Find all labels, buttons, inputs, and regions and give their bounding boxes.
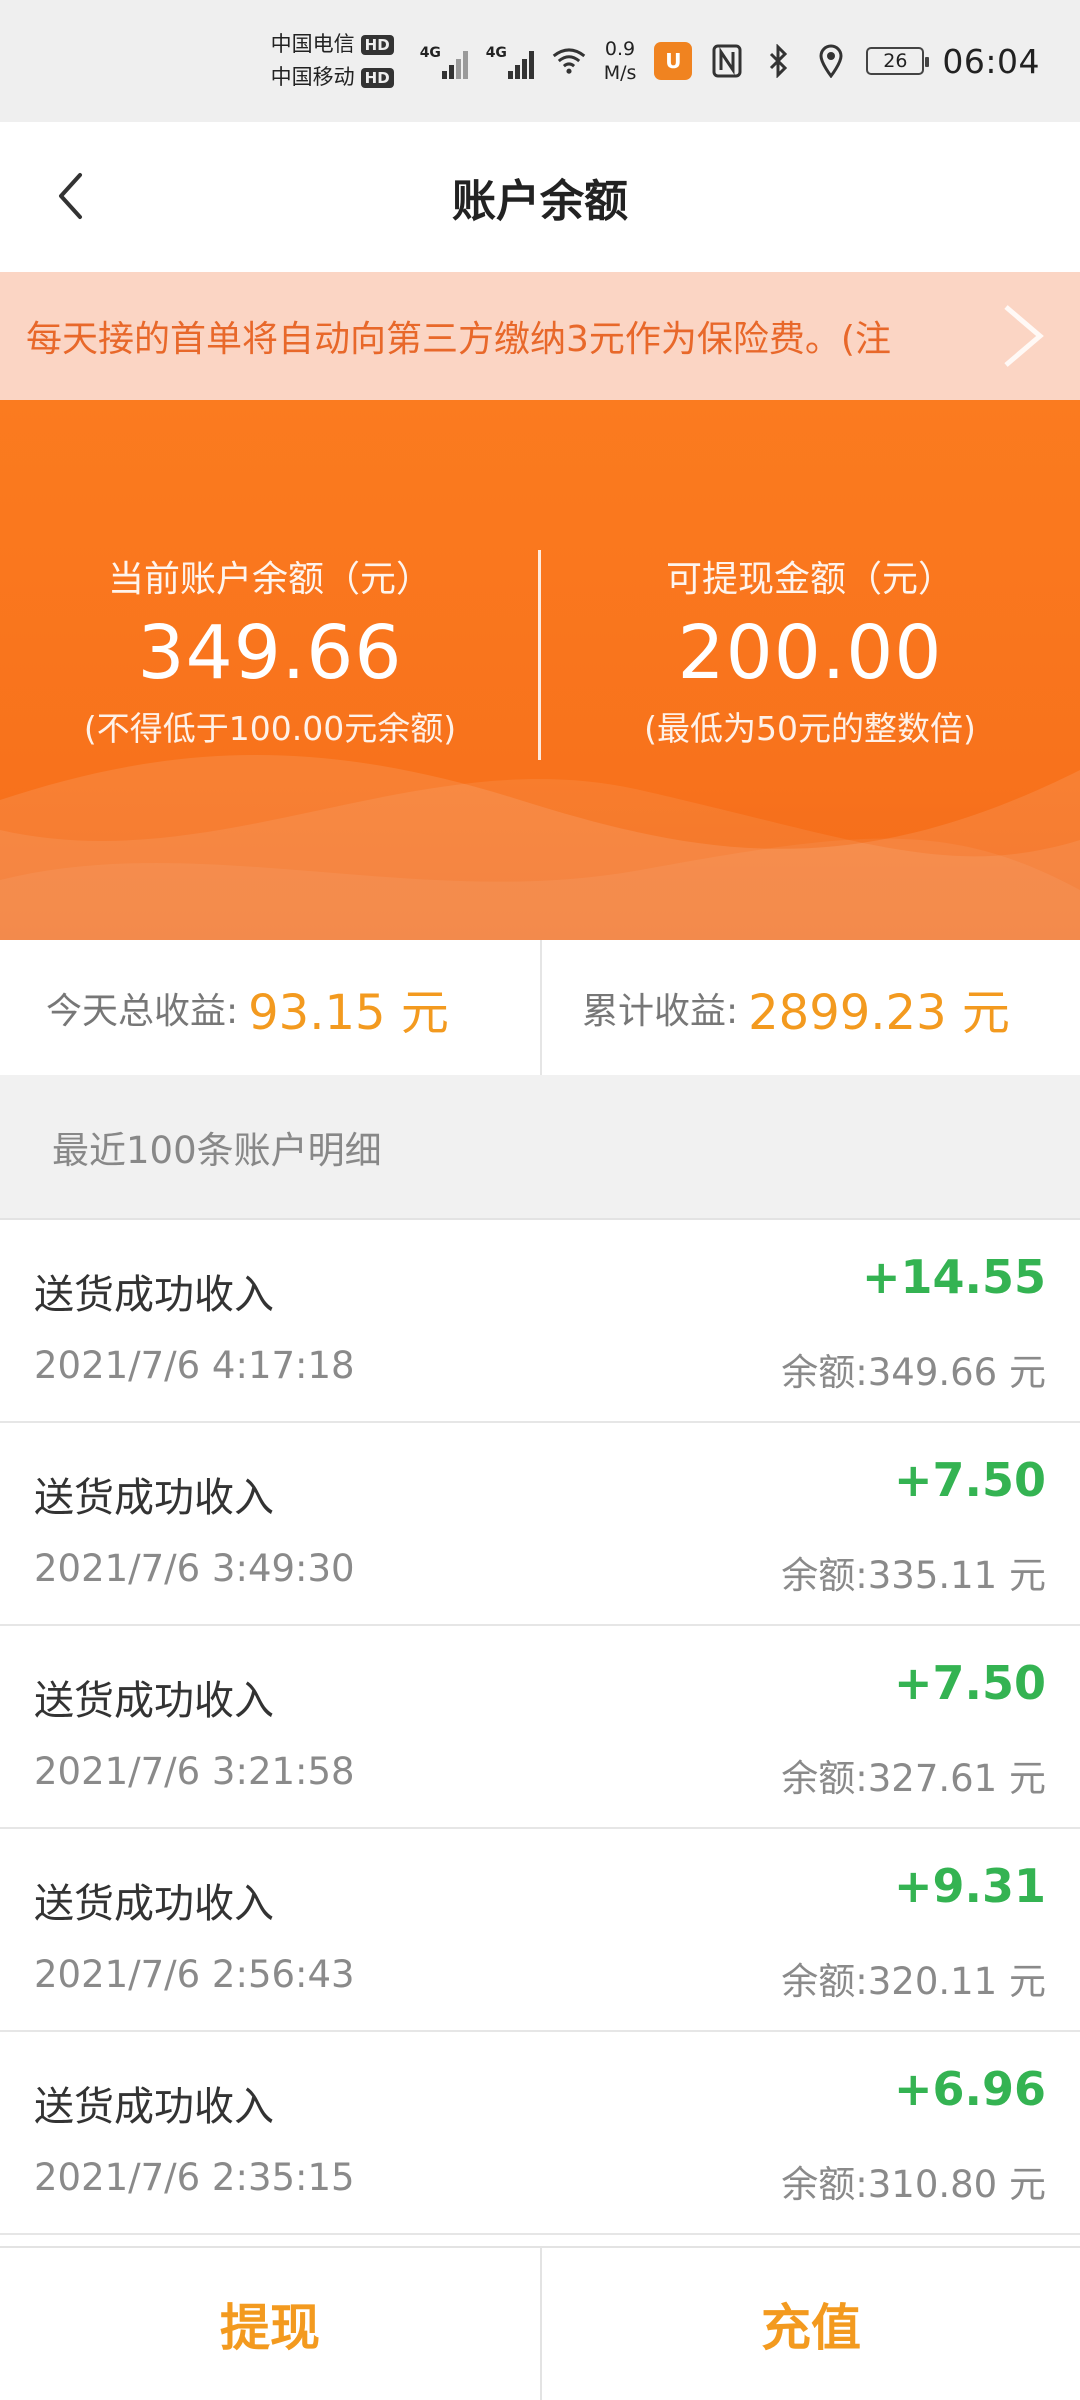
- transaction-balance: 余额:349.66 元: [781, 1351, 1046, 1394]
- bluetooth-icon: [762, 44, 796, 78]
- transaction-amount: +7.50: [893, 1453, 1046, 1507]
- transaction-time: 2021/7/6 3:49:30: [34, 1547, 355, 1590]
- nav-bar: 账户余额: [0, 122, 1080, 272]
- transaction-balance: 余额:335.11 元: [781, 1554, 1046, 1597]
- bottom-action-bar: 提现 充值: [0, 2246, 1080, 2400]
- hd-badge: HD: [360, 34, 394, 55]
- withdrawable-block: 可提现金额（元） 200.00 (最低为50元的整数倍): [540, 550, 1080, 750]
- transaction-title: 送货成功收入: [34, 1678, 274, 1724]
- nfc-icon: [710, 44, 744, 78]
- transaction-title: 送货成功收入: [34, 1881, 274, 1927]
- recharge-button[interactable]: 充值: [540, 2248, 1080, 2400]
- transaction-title: 送货成功收入: [34, 2084, 274, 2130]
- transaction-balance: 余额:310.80 元: [781, 2163, 1046, 2206]
- list-item[interactable]: 送货成功收入 2021/7/6 4:17:18 +14.55 余额:349.66…: [0, 1220, 1080, 1423]
- withdrawable-note: (最低为50元的整数倍): [644, 709, 976, 748]
- current-balance-value: 349.66: [137, 610, 403, 696]
- transaction-amount: +7.50: [893, 1656, 1046, 1710]
- hd-badge: HD: [360, 67, 394, 88]
- list-item[interactable]: 送货成功收入 2021/7/6 2:56:43 +9.31 余额:320.11 …: [0, 1829, 1080, 2032]
- notice-banner[interactable]: 每天接的首单将自动向第三方缴纳3元作为保险费。(注: [0, 272, 1080, 400]
- current-balance-block: 当前账户余额（元） 349.66 (不得低于100.00元余额): [0, 550, 540, 750]
- network-speed: 0.9 M/s: [603, 38, 637, 84]
- battery-level: 26: [883, 50, 908, 72]
- signal-1-icon: 4G: [420, 43, 468, 79]
- signal-2-icon: 4G: [486, 43, 534, 79]
- notice-text: 每天接的首单将自动向第三方缴纳3元作为保险费。(注: [26, 319, 891, 360]
- carrier-2: 中国移动: [270, 65, 355, 89]
- list-item[interactable]: 送货成功收入 2021/7/6 3:49:30 +7.50 余额:335.11 …: [0, 1423, 1080, 1626]
- back-button[interactable]: [40, 166, 100, 226]
- transaction-time: 2021/7/6 4:17:18: [34, 1344, 355, 1387]
- section-header: 最近100条账户明细: [0, 1075, 1080, 1220]
- today-earnings-label: 今天总收益:: [46, 990, 239, 1032]
- notice-arrow-button[interactable]: [988, 298, 1058, 374]
- total-earnings-value: 2899.23 元: [748, 984, 1010, 1041]
- transaction-title: 送货成功收入: [34, 1475, 274, 1521]
- transaction-time: 2021/7/6 2:56:43: [34, 1953, 355, 1996]
- today-earnings: 今天总收益: 93.15 元: [0, 940, 540, 1075]
- clock: 06:04: [942, 41, 1040, 81]
- balance-banner: 当前账户余额（元） 349.66 (不得低于100.00元余额) 可提现金额（元…: [0, 400, 1080, 940]
- chevron-left-icon: [59, 173, 82, 219]
- transaction-balance: 余额:327.61 元: [781, 1757, 1046, 1800]
- page-title: 账户余额: [452, 176, 628, 227]
- list-item[interactable]: 送货成功收入 2021/7/6 2:35:15 +6.96 余额:310.80 …: [0, 2032, 1080, 2235]
- battery-icon: 26: [866, 47, 930, 75]
- current-balance-note: (不得低于100.00元余额): [83, 709, 457, 748]
- app-notification-icon: U: [654, 42, 693, 80]
- location-icon: [814, 44, 848, 78]
- status-bar: 中国电信 HD 中国移动 HD 4G 4G 0.9 M/s U 26 06:04: [0, 0, 1080, 122]
- transaction-amount: +14.55: [861, 1250, 1046, 1304]
- transaction-amount: +9.31: [893, 1859, 1046, 1913]
- carrier-1: 中国电信: [270, 32, 355, 56]
- earnings-row: 今天总收益: 93.15 元 累计收益: 2899.23 元: [0, 940, 1080, 1075]
- chevron-right-icon: [1004, 305, 1044, 367]
- wifi-icon: [552, 44, 586, 78]
- list-item[interactable]: 送货成功收入 2021/7/6 3:21:58 +7.50 余额:327.61 …: [0, 1626, 1080, 1829]
- transaction-list[interactable]: 送货成功收入 2021/7/6 4:17:18 +14.55 余额:349.66…: [0, 1220, 1080, 2235]
- carrier-info: 中国电信 HD 中国移动 HD: [271, 28, 394, 94]
- transaction-amount: +6.96: [893, 2062, 1046, 2116]
- today-earnings-value: 93.15 元: [248, 984, 449, 1041]
- total-earnings-label: 累计收益:: [582, 990, 739, 1032]
- withdrawable-value: 200.00: [677, 610, 943, 696]
- transaction-time: 2021/7/6 2:35:15: [34, 2156, 355, 2199]
- current-balance-label: 当前账户余额（元）: [107, 559, 432, 600]
- account-balance-screen: 中国电信 HD 中国移动 HD 4G 4G 0.9 M/s U 26 06:04…: [0, 0, 1080, 2400]
- withdrawable-label: 可提现金额（元）: [665, 559, 954, 600]
- transaction-balance: 余额:320.11 元: [781, 1960, 1046, 2003]
- transaction-time: 2021/7/6 3:21:58: [34, 1750, 355, 1793]
- section-title: 最近100条账户明细: [52, 1128, 382, 1172]
- withdraw-button[interactable]: 提现: [0, 2248, 540, 2400]
- total-earnings: 累计收益: 2899.23 元: [540, 940, 1080, 1075]
- transaction-title: 送货成功收入: [34, 1272, 274, 1318]
